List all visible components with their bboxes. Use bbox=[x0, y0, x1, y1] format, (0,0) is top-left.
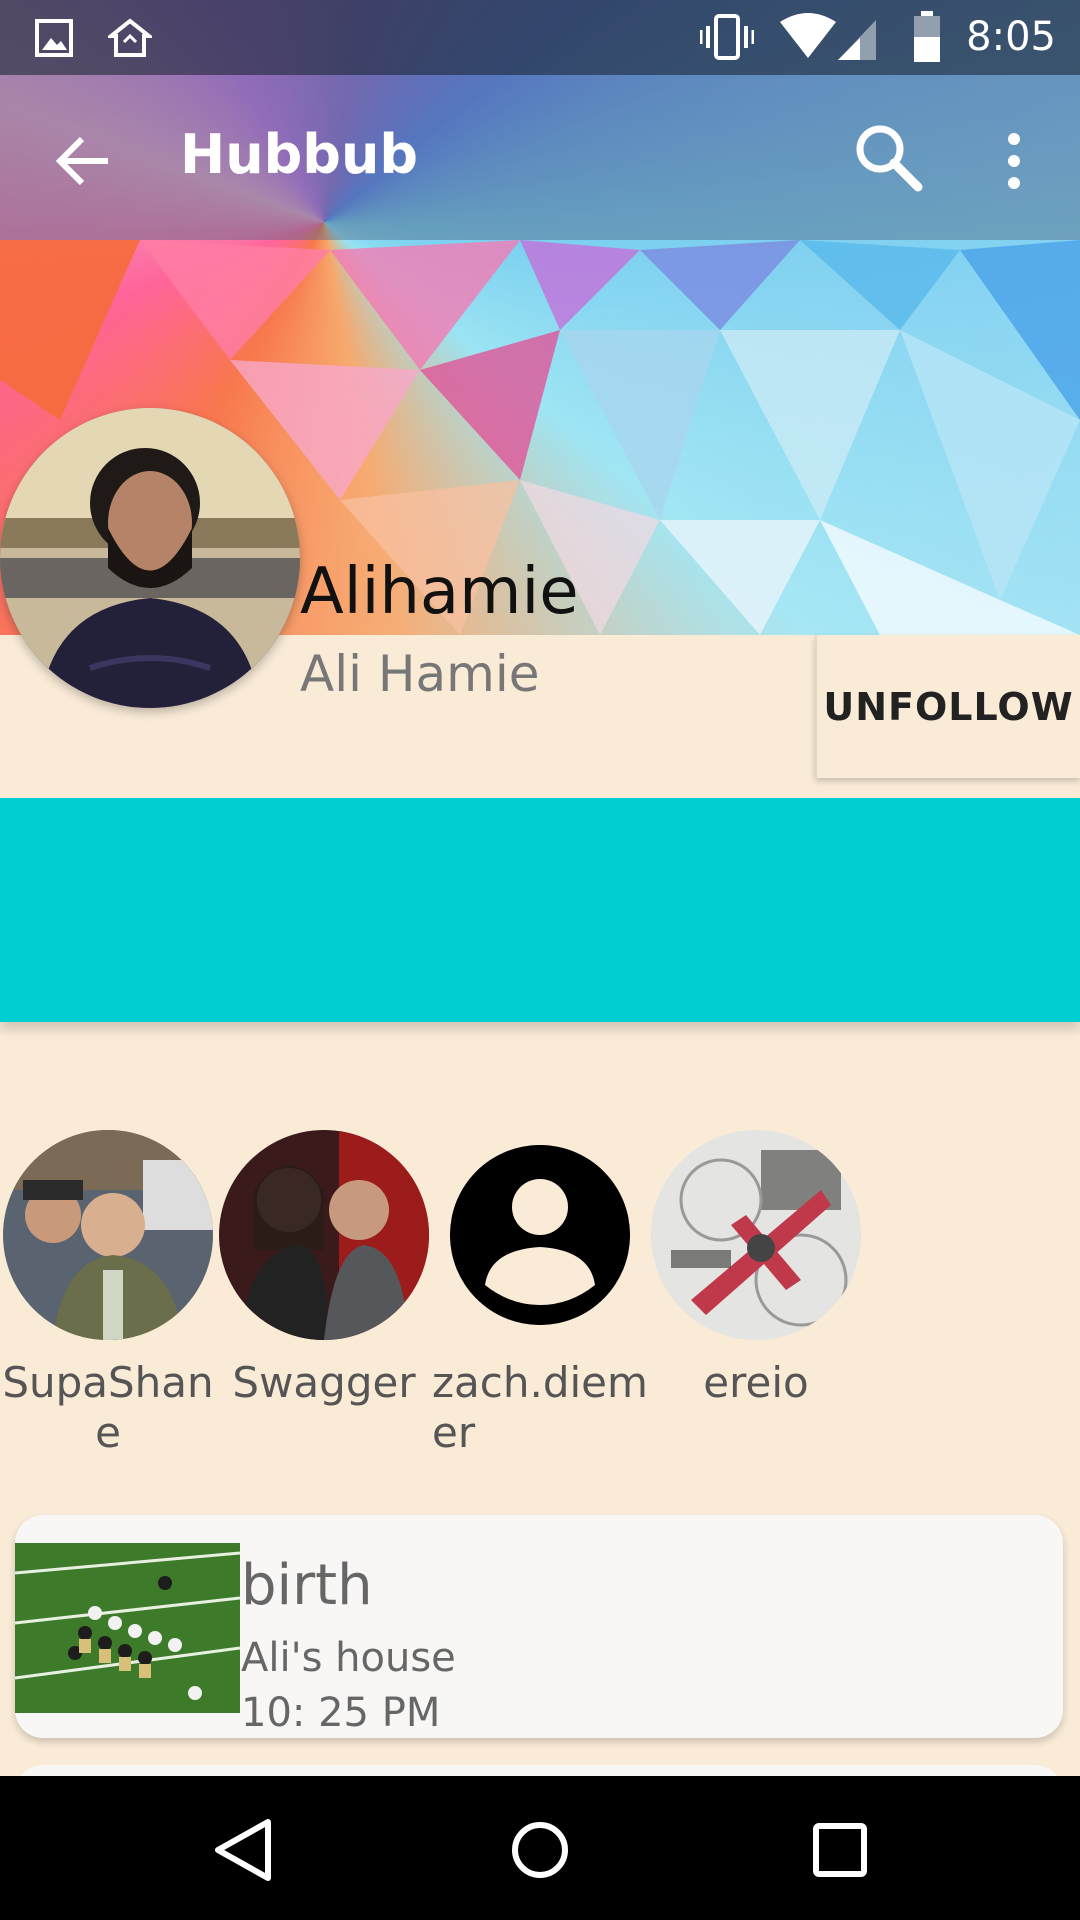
nav-home-icon[interactable] bbox=[500, 1810, 580, 1890]
following-avatar bbox=[219, 1130, 429, 1340]
following-name: ereio bbox=[703, 1358, 809, 1407]
following-name: zach.diemer bbox=[432, 1358, 648, 1457]
event-thumbnail bbox=[15, 1543, 240, 1713]
app-toolbar: Hubbub bbox=[0, 75, 1080, 240]
following-item[interactable]: zach.diemer bbox=[432, 1130, 648, 1458]
following-avatar-photo bbox=[219, 1130, 429, 1340]
arrow-back-icon[interactable] bbox=[50, 127, 118, 195]
app-title: Hubbub bbox=[180, 123, 419, 186]
nav-back-icon[interactable] bbox=[202, 1810, 282, 1890]
following-item[interactable]: Swagger bbox=[216, 1130, 432, 1408]
default-avatar-icon bbox=[450, 1145, 630, 1325]
following-avatar bbox=[3, 1130, 213, 1340]
event-thumbnail-photo bbox=[15, 1543, 240, 1713]
battery-icon bbox=[914, 11, 941, 62]
status-bar: 8:05 bbox=[0, 0, 1080, 75]
following-avatar bbox=[450, 1145, 630, 1325]
event-location: Ali's house bbox=[241, 1635, 456, 1681]
event-card[interactable]: birth Ali's house 10: 25 PM bbox=[15, 1515, 1063, 1738]
nav-recents-icon[interactable] bbox=[800, 1810, 880, 1890]
wifi-signal-icons bbox=[780, 13, 877, 60]
following-item[interactable]: ereio bbox=[648, 1130, 864, 1408]
accent-band bbox=[0, 798, 1080, 1022]
unfollow-button[interactable]: UNFOLLOW bbox=[815, 635, 1080, 778]
wifi-icon bbox=[780, 13, 837, 58]
search-icon[interactable] bbox=[848, 117, 928, 197]
following-name: SupaShane bbox=[2, 1358, 214, 1457]
event-time: 10: 25 PM bbox=[241, 1690, 441, 1736]
more-vert-icon[interactable] bbox=[990, 127, 1038, 195]
following-avatar bbox=[651, 1130, 861, 1340]
avatar-photo bbox=[0, 408, 300, 708]
vibrate-icon bbox=[700, 14, 755, 60]
profile-avatar[interactable] bbox=[0, 408, 300, 708]
following-avatar-photo bbox=[3, 1130, 213, 1340]
following-avatar-photo bbox=[651, 1130, 861, 1340]
gallery-icon bbox=[35, 19, 73, 57]
system-nav-bar bbox=[0, 1776, 1080, 1920]
profile-full-name: Ali Hamie bbox=[300, 645, 540, 703]
event-title: birth bbox=[241, 1553, 373, 1618]
home-notification-icon bbox=[108, 18, 152, 57]
status-time: 8:05 bbox=[966, 14, 1056, 60]
following-list: SupaShane Swagger zach.diemer ereio bbox=[0, 1130, 1080, 1457]
following-name: Swagger bbox=[232, 1358, 416, 1407]
following-item[interactable]: SupaShane bbox=[0, 1130, 216, 1458]
profile-username: Alihamie bbox=[300, 555, 579, 629]
